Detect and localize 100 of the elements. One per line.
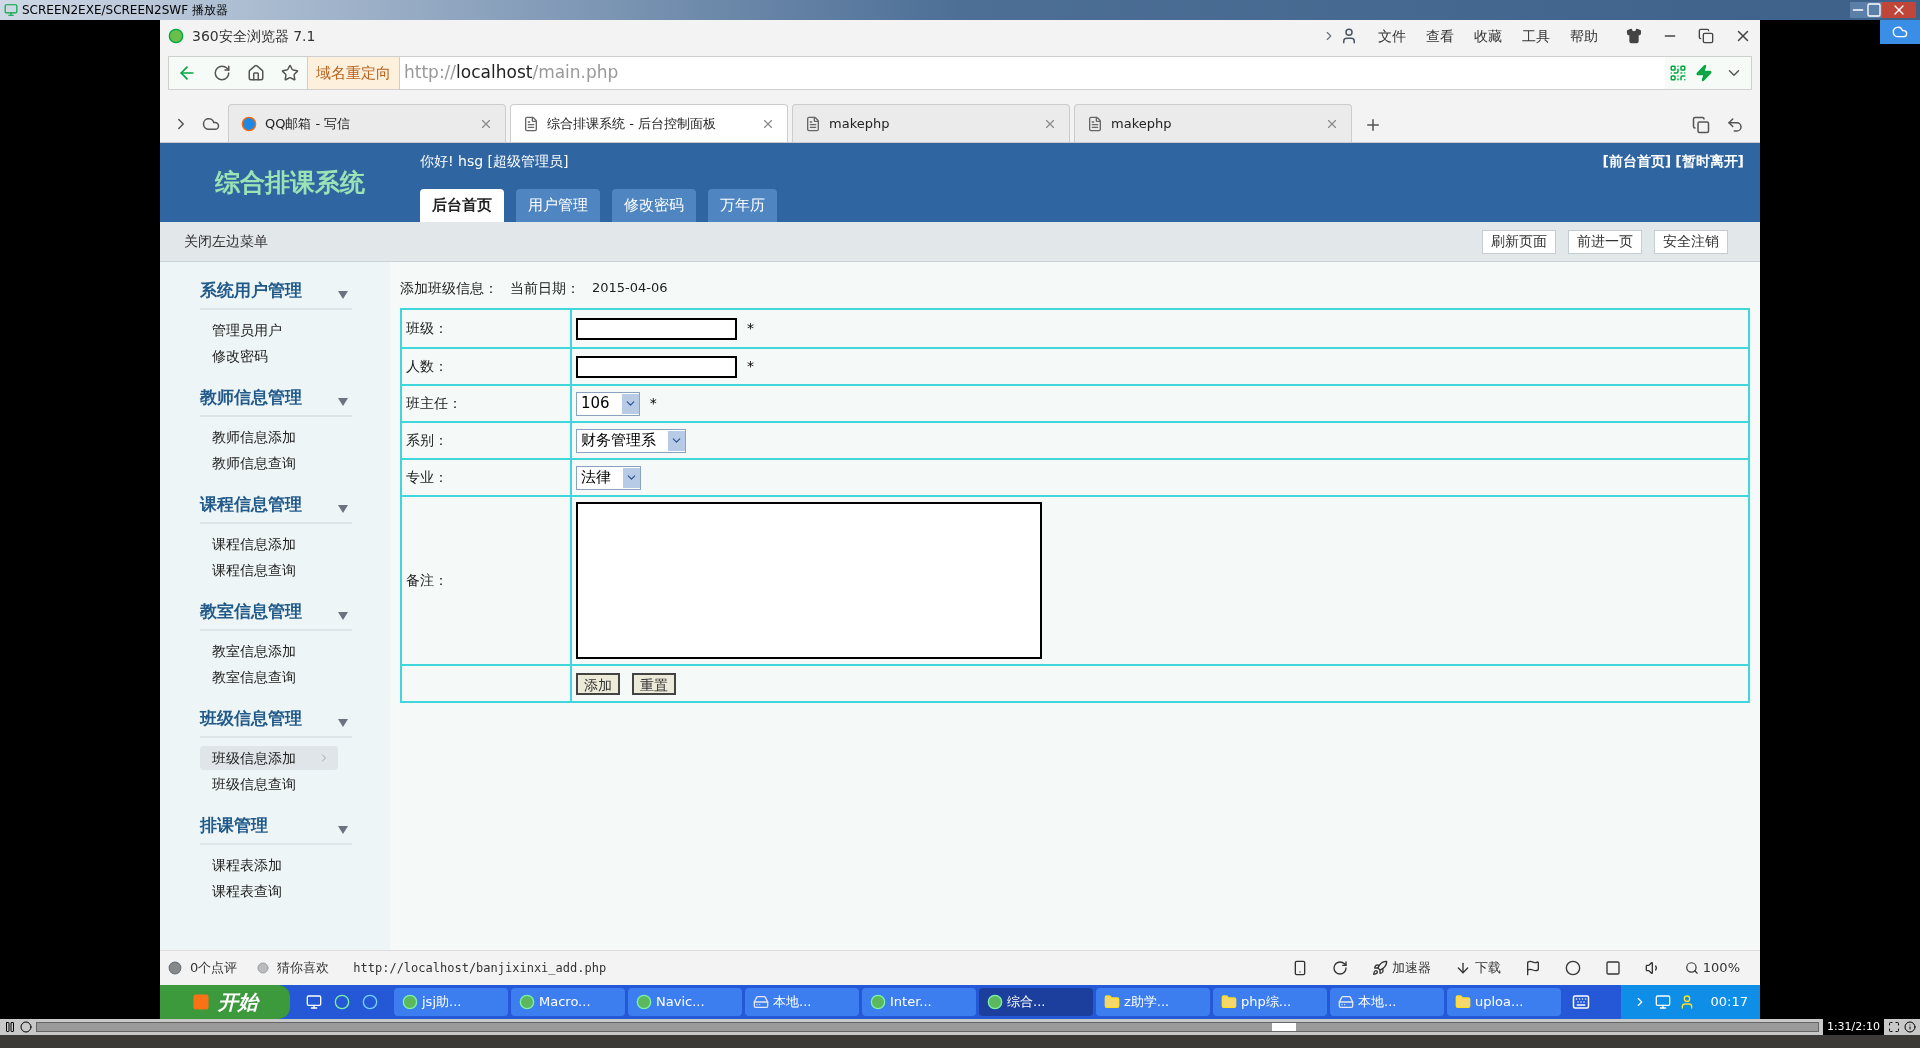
select-field[interactable]: 法律 xyxy=(576,465,641,490)
menu-group-title[interactable]: 教室信息管理 xyxy=(200,599,302,625)
menu-item[interactable]: 修改密码 xyxy=(200,344,338,368)
menu-item[interactable]: 班级信息查询 xyxy=(200,772,338,796)
info-icon[interactable] xyxy=(1904,1021,1916,1033)
guess-link[interactable]: 猜你喜欢 xyxy=(277,958,330,978)
date-value: 2015-04-06 xyxy=(592,279,668,298)
zoom-icon xyxy=(1684,961,1699,975)
taskbar-button[interactable]: z助学... xyxy=(1096,988,1210,1016)
menu-item[interactable]: 班级信息添加 xyxy=(200,746,338,770)
accelerator-label[interactable]: 加速器 xyxy=(1391,958,1431,978)
triangle-icon xyxy=(338,719,348,727)
desktop-icon[interactable] xyxy=(306,994,322,1010)
status-url: http://localhost/banjixinxi_add.php xyxy=(353,960,607,977)
fullscreen-icon[interactable] xyxy=(1888,1021,1900,1033)
header-link[interactable]: [前台首页] xyxy=(1602,151,1672,222)
app-icon xyxy=(402,994,418,1010)
menu-group-title[interactable]: 排课管理 xyxy=(200,813,268,839)
folder-icon xyxy=(1104,994,1120,1010)
header-link[interactable]: [暂时离开] xyxy=(1675,151,1744,222)
pause-icon[interactable] xyxy=(4,1021,16,1033)
taskbar-button[interactable]: Inter... xyxy=(862,988,976,1016)
window-icon[interactable] xyxy=(1604,960,1621,976)
menu-group-title[interactable]: 系统用户管理 xyxy=(200,278,302,304)
taskbar-button[interactable]: php综... xyxy=(1213,988,1327,1016)
folder-icon xyxy=(1221,994,1237,1010)
menu-item[interactable]: 课程信息添加 xyxy=(200,532,338,556)
cloud-button[interactable] xyxy=(1880,20,1920,44)
network-icon[interactable] xyxy=(1654,994,1671,1010)
close-icon[interactable] xyxy=(1882,2,1916,18)
reset-button[interactable]: 重置 xyxy=(632,672,676,695)
field-label: 专业： xyxy=(406,468,448,487)
menu-item[interactable]: 课程表添加 xyxy=(200,853,338,877)
text-input[interactable] xyxy=(576,355,737,378)
menu-item[interactable]: 文件 xyxy=(1378,25,1406,47)
toolbar-button[interactable]: 前进一页 xyxy=(1568,229,1642,254)
app-icon xyxy=(987,994,1003,1010)
cloud-icon[interactable] xyxy=(202,115,220,133)
toolbar-button[interactable]: 安全注销 xyxy=(1654,229,1728,254)
nav-tab[interactable]: 万年历 xyxy=(708,189,777,222)
menu-item[interactable]: 工具 xyxy=(1522,25,1550,47)
user-icon[interactable] xyxy=(1340,27,1358,45)
taskbar-button[interactable]: 本地... xyxy=(1330,988,1444,1016)
menu-group-title[interactable]: 教师信息管理 xyxy=(200,385,302,411)
menu-group-title[interactable]: 课程信息管理 xyxy=(200,492,302,518)
menu-item[interactable]: 帮助 xyxy=(1570,25,1598,47)
menu-group-title[interactable]: 班级信息管理 xyxy=(200,706,302,732)
windows-icon[interactable] xyxy=(1692,116,1710,134)
skin-icon[interactable] xyxy=(1626,28,1642,44)
playback-time: 1:31/2:10 xyxy=(1822,1018,1884,1036)
nav-tab[interactable]: 修改密码 xyxy=(612,189,696,222)
toolbar-button[interactable]: 刷新页面 xyxy=(1482,229,1556,254)
menu-item[interactable]: 管理员用户 xyxy=(200,318,338,342)
page-icon xyxy=(1087,115,1103,132)
zoom-level[interactable]: 100% xyxy=(1702,958,1740,978)
keyboard-icon[interactable] xyxy=(1572,993,1590,1011)
maximize-icon[interactable] xyxy=(1866,2,1882,18)
menu-item[interactable]: 教室信息查询 xyxy=(200,665,338,689)
menu-item[interactable]: 课程表查询 xyxy=(200,879,338,903)
download-label[interactable]: 下载 xyxy=(1474,958,1501,978)
select-field[interactable]: 财务管理系 xyxy=(576,428,686,453)
start-button[interactable]: 开始 xyxy=(160,985,290,1019)
new-tab-icon[interactable] xyxy=(1364,116,1382,134)
triangle-icon xyxy=(338,291,348,299)
taskbar-button[interactable]: jsj助... xyxy=(394,988,508,1016)
flag-icon[interactable] xyxy=(1524,960,1541,976)
menu-item[interactable]: 查看 xyxy=(1426,25,1454,47)
close-menu-link[interactable]: 关闭左边菜单 xyxy=(184,231,268,252)
greeting: 你好! hsg [超级管理员] xyxy=(420,152,570,171)
folder-icon xyxy=(1455,994,1471,1010)
nav-tab[interactable]: 后台首页 xyxy=(420,189,504,222)
restore-icon[interactable] xyxy=(1698,28,1714,44)
clock: 00:17 xyxy=(1710,993,1748,1012)
remarks-textarea[interactable] xyxy=(576,502,1042,659)
browser-tab[interactable]: QQ邮箱 - 写信 xyxy=(228,104,506,142)
browser-tab[interactable]: makephp xyxy=(792,104,1070,142)
taskbar-button[interactable]: uploa... xyxy=(1447,988,1561,1016)
select-field[interactable]: 106 xyxy=(576,391,640,416)
undo-icon[interactable] xyxy=(1726,116,1744,134)
taskbar-button[interactable]: Navic... xyxy=(628,988,742,1016)
taskbar-button[interactable]: 综合... xyxy=(979,988,1093,1016)
minimize-icon[interactable] xyxy=(1850,2,1866,18)
menu-item[interactable]: 教师信息添加 xyxy=(200,425,338,449)
menu-item[interactable]: 教室信息添加 xyxy=(200,639,338,663)
browser-tab[interactable]: 综合排课系统 - 后台控制面板 xyxy=(510,104,788,142)
text-input[interactable] xyxy=(576,317,737,340)
nav-tab[interactable]: 用户管理 xyxy=(516,189,600,222)
menu-item[interactable]: 课程信息查询 xyxy=(200,558,338,582)
add-button[interactable]: 添加 xyxy=(576,672,620,695)
taskbar-button[interactable]: 本地... xyxy=(745,988,859,1016)
taskbar-button[interactable]: Macro... xyxy=(511,988,625,1016)
browser-tab[interactable]: makephp xyxy=(1074,104,1352,142)
player-title: SCREEN2EXE/SCREEN2SWF 播放器 xyxy=(22,2,228,19)
menu-item[interactable]: 收藏 xyxy=(1474,25,1502,47)
menu-item[interactable]: 教师信息查询 xyxy=(200,451,338,475)
player-logo-icon xyxy=(4,3,18,17)
app-icon xyxy=(870,994,886,1010)
field-label: 系别： xyxy=(406,431,448,450)
progress-thumb[interactable] xyxy=(1271,1023,1296,1031)
browser-title: 360安全浏览器 7.1 xyxy=(192,26,316,46)
